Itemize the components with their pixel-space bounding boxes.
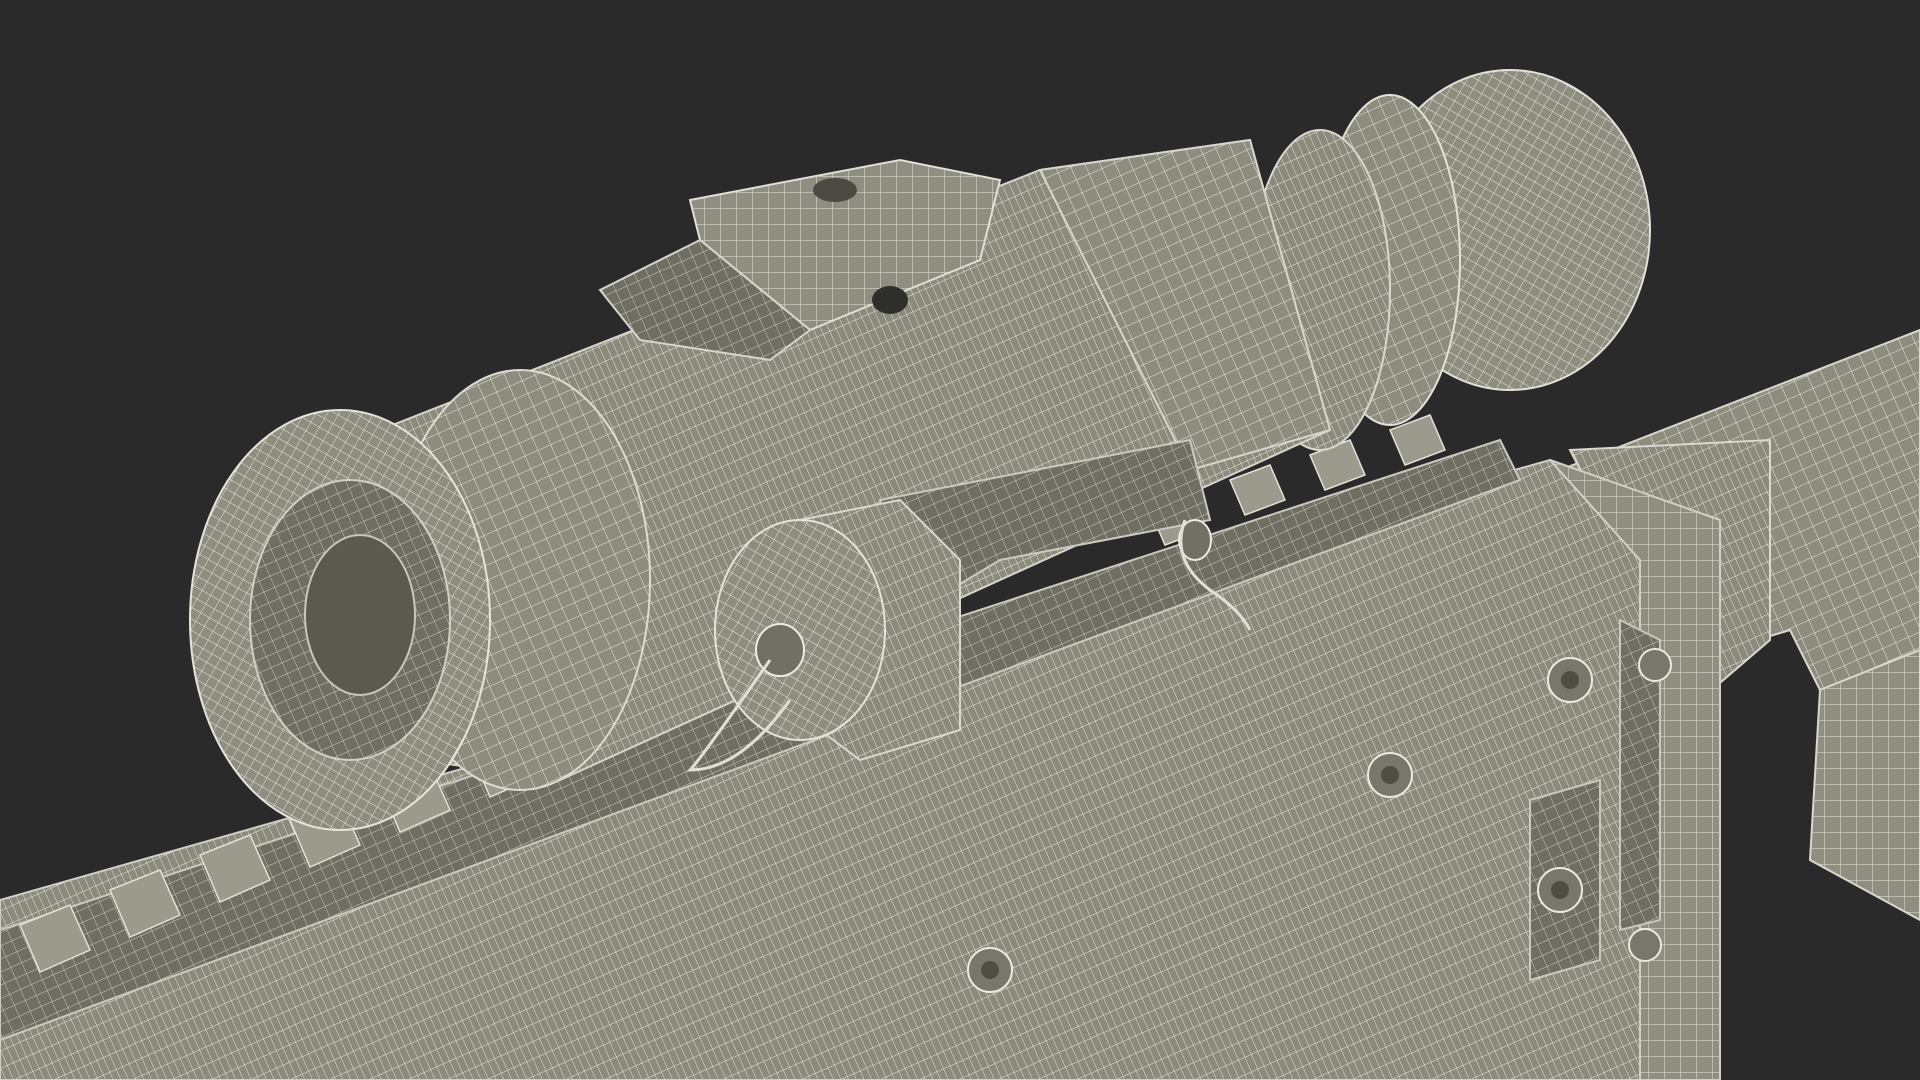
3d-viewport[interactable] bbox=[0, 0, 1920, 1080]
